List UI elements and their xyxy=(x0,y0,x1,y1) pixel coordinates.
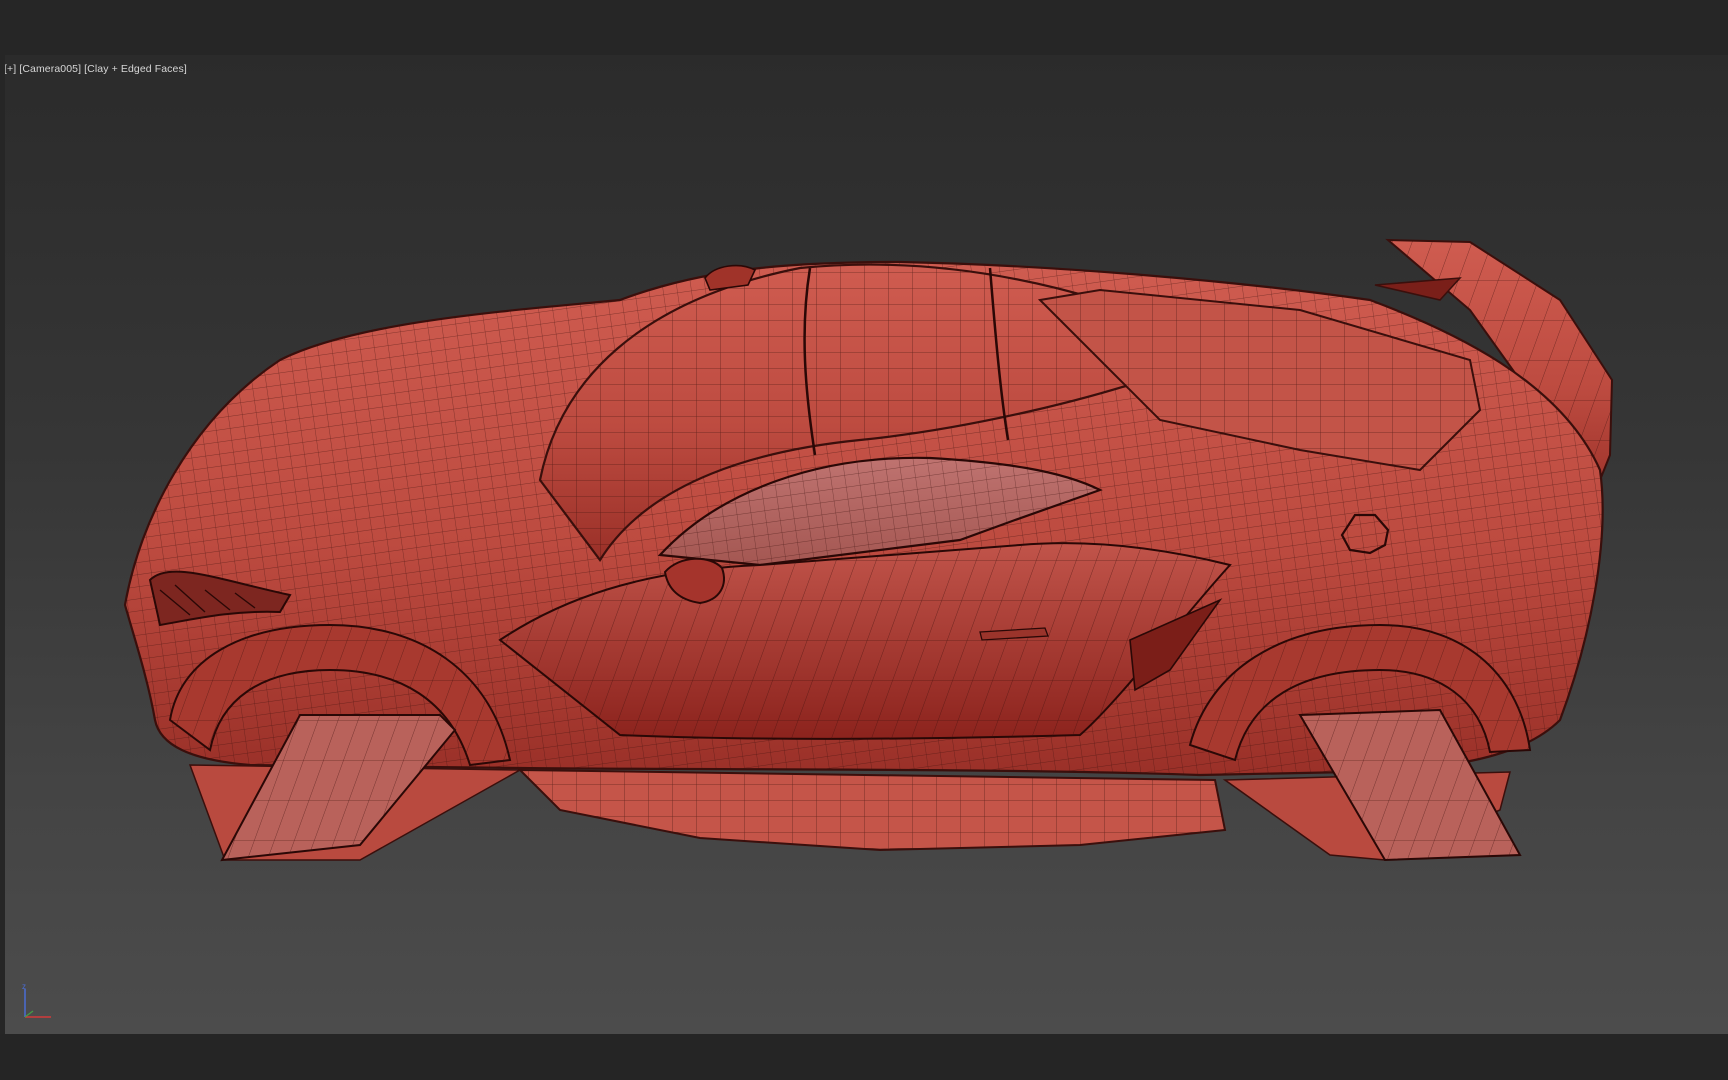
axis-z-label: z xyxy=(22,983,26,991)
app-window: [+] [Camera005] [Clay + Edged Faces] z xyxy=(0,0,1728,1080)
axis-gizmo-icon: z xyxy=(22,983,51,1018)
camera-viewport[interactable]: [+] [Camera005] [Clay + Edged Faces] z xyxy=(5,55,1728,1034)
status-bar xyxy=(0,1034,1728,1080)
car-wireframe-model[interactable] xyxy=(5,55,1728,1034)
